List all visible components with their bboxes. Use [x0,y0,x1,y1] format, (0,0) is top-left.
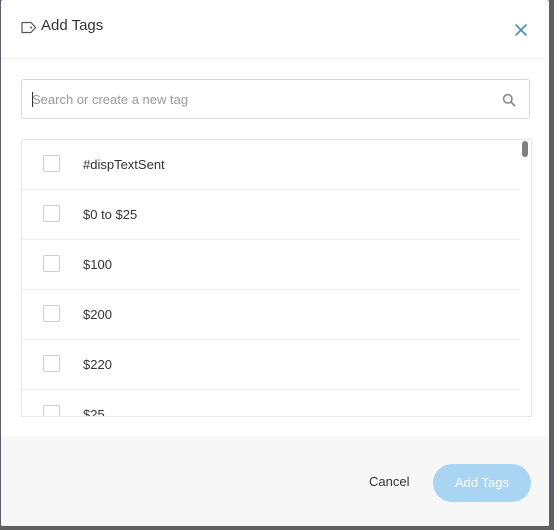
tag-label: $25 [83,407,105,417]
tag-label: #dispTextSent [83,157,165,172]
tag-checkbox[interactable] [43,355,60,372]
tag-icon [21,21,37,34]
search-box [21,79,530,119]
tag-label: $100 [83,257,112,272]
tag-label: $200 [83,307,112,322]
tag-row[interactable]: $0 to $25 [22,190,520,240]
scrollbar-thumb[interactable] [522,141,528,157]
add-tags-button[interactable]: Add Tags [433,464,531,502]
close-icon[interactable] [513,22,529,38]
tag-label: $220 [83,357,112,372]
search-input[interactable] [32,80,492,118]
search-icon[interactable] [502,93,516,107]
tag-row[interactable]: $200 [22,290,520,340]
tag-checkbox[interactable] [43,205,60,222]
tag-row[interactable]: $100 [22,240,520,290]
tag-row[interactable]: $220 [22,340,520,390]
tag-checkbox[interactable] [43,255,60,272]
modal-title: Add Tags [41,17,104,34]
tag-label: $0 to $25 [83,207,138,222]
tag-checkbox[interactable] [43,405,60,416]
cancel-button[interactable]: Cancel [369,474,409,489]
tag-row[interactable]: $25 [22,390,520,417]
tag-row[interactable]: #dispTextSent [22,140,520,190]
add-tags-modal: Add Tags #dispTextSent $0 to $25 $100 $2… [1,0,549,526]
text-cursor [32,92,33,107]
modal-footer: Cancel Add Tags [1,436,549,526]
tag-checkbox[interactable] [43,305,60,322]
tag-checkbox[interactable] [43,155,60,172]
modal-header: Add Tags [1,0,549,59]
tag-list[interactable]: #dispTextSent $0 to $25 $100 $200 $220 $… [21,139,532,417]
